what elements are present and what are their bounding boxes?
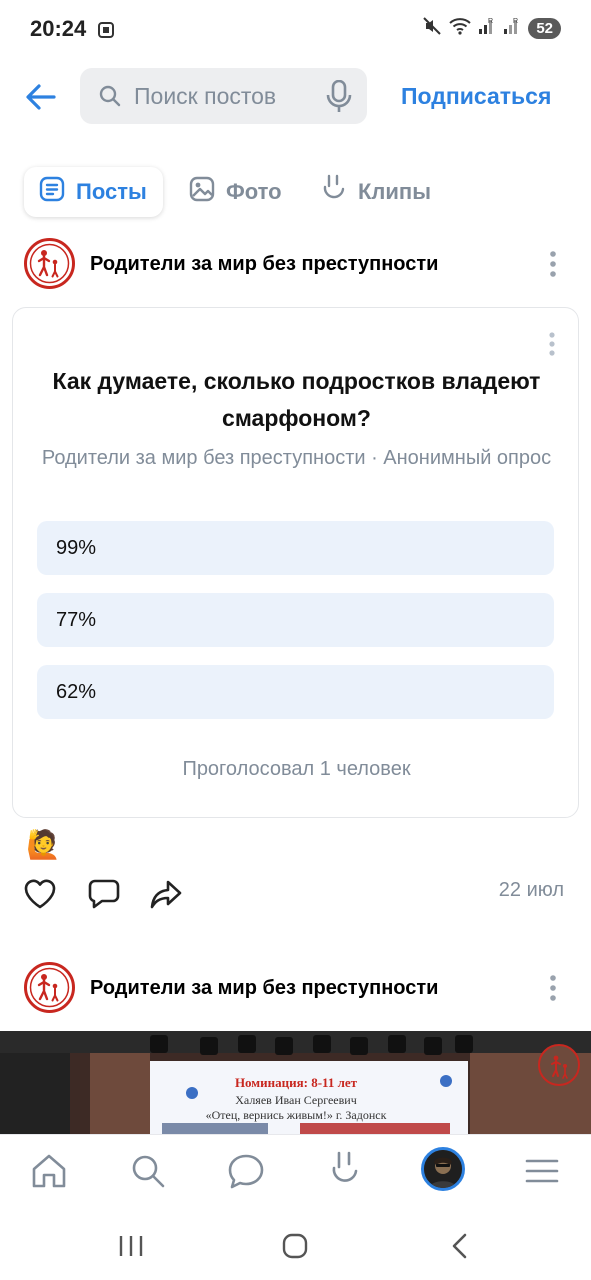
- post-emoji: 🙋: [26, 829, 61, 860]
- community-avatar[interactable]: [24, 238, 75, 289]
- post-date: 22 июл: [498, 879, 564, 901]
- community-logo: [29, 967, 70, 1008]
- search-input[interactable]: [134, 80, 304, 112]
- article-icon: [38, 175, 66, 209]
- back-button[interactable]: [22, 78, 60, 116]
- poll-question: Как думаете, сколько подростков владеют …: [52, 368, 541, 431]
- back-nav-icon[interactable]: [443, 1230, 479, 1262]
- post-photo[interactable]: Номинация: 8-11 лет Халяев Иван Сергееви…: [0, 1031, 591, 1135]
- screenshot-icon: [96, 20, 116, 45]
- clips-icon[interactable]: [323, 1149, 367, 1193]
- post-author[interactable]: Родители за мир без преступности: [90, 253, 438, 276]
- tab-label: Фото: [226, 179, 282, 204]
- system-navigation: [0, 1212, 591, 1280]
- tab-photos[interactable]: Фото: [188, 167, 282, 217]
- like-icon[interactable]: [22, 876, 58, 912]
- arrow-left-icon: [26, 84, 56, 110]
- image-icon: [188, 175, 216, 209]
- signal-icon: R: [478, 17, 496, 40]
- poll-option[interactable]: 99%: [37, 521, 554, 575]
- tab-label: Посты: [76, 179, 147, 204]
- search-icon: [98, 84, 122, 113]
- search-box[interactable]: [80, 68, 367, 124]
- community-avatar[interactable]: [24, 962, 75, 1013]
- poll-meta: Родители за мир без преступности · Анони…: [41, 447, 552, 469]
- home-button-icon[interactable]: [277, 1230, 313, 1262]
- community-logo: [29, 243, 70, 284]
- status-time: 20:24: [30, 16, 87, 41]
- svg-text:R: R: [488, 18, 493, 25]
- messages-icon[interactable]: [224, 1149, 268, 1193]
- tab-label: Клипы: [358, 179, 432, 204]
- more-options-icon[interactable]: [543, 249, 563, 281]
- photo-caption-line: Халяев Иван Сергеевич: [235, 1093, 357, 1107]
- profile-photo: [424, 1150, 462, 1188]
- post-author[interactable]: Родители за мир без преступности: [90, 977, 438, 1000]
- status-indicators: R R 52: [422, 16, 561, 41]
- svg-text:R: R: [513, 18, 518, 25]
- battery-badge: 52: [528, 18, 561, 39]
- poll-votes-count: Проголосовал 1 человек: [182, 758, 411, 780]
- profile-avatar[interactable]: [421, 1147, 465, 1191]
- share-icon[interactable]: [148, 876, 184, 912]
- poll-more-options-icon[interactable]: [542, 330, 562, 362]
- photo-caption-line: «Отец, вернись живым!» г. Задонск: [206, 1108, 387, 1122]
- comment-icon[interactable]: [86, 876, 122, 912]
- status-bar: 20:24 R R 52: [0, 0, 591, 58]
- search-icon[interactable]: [126, 1149, 170, 1193]
- poll-option[interactable]: 77%: [37, 593, 554, 647]
- bottom-navigation: [0, 1134, 591, 1212]
- wifi-icon: [449, 17, 471, 40]
- more-options-icon[interactable]: [543, 973, 563, 1005]
- tab-clips[interactable]: Клипы: [320, 167, 431, 217]
- recent-apps-icon[interactable]: [113, 1230, 149, 1262]
- microphone-icon[interactable]: [326, 79, 352, 119]
- subscribe-button[interactable]: Подписаться: [401, 83, 551, 110]
- signal-icon: R: [503, 17, 521, 40]
- photo-caption-line: Номинация: 8-11 лет: [235, 1075, 358, 1090]
- menu-icon[interactable]: [520, 1149, 564, 1193]
- mute-icon: [422, 16, 442, 41]
- home-icon[interactable]: [27, 1149, 71, 1193]
- poll-card: Как думаете, сколько подростков владеют …: [12, 307, 579, 818]
- poll-option[interactable]: 62%: [37, 665, 554, 719]
- tab-posts[interactable]: Посты: [24, 167, 163, 217]
- clips-icon: [320, 174, 348, 210]
